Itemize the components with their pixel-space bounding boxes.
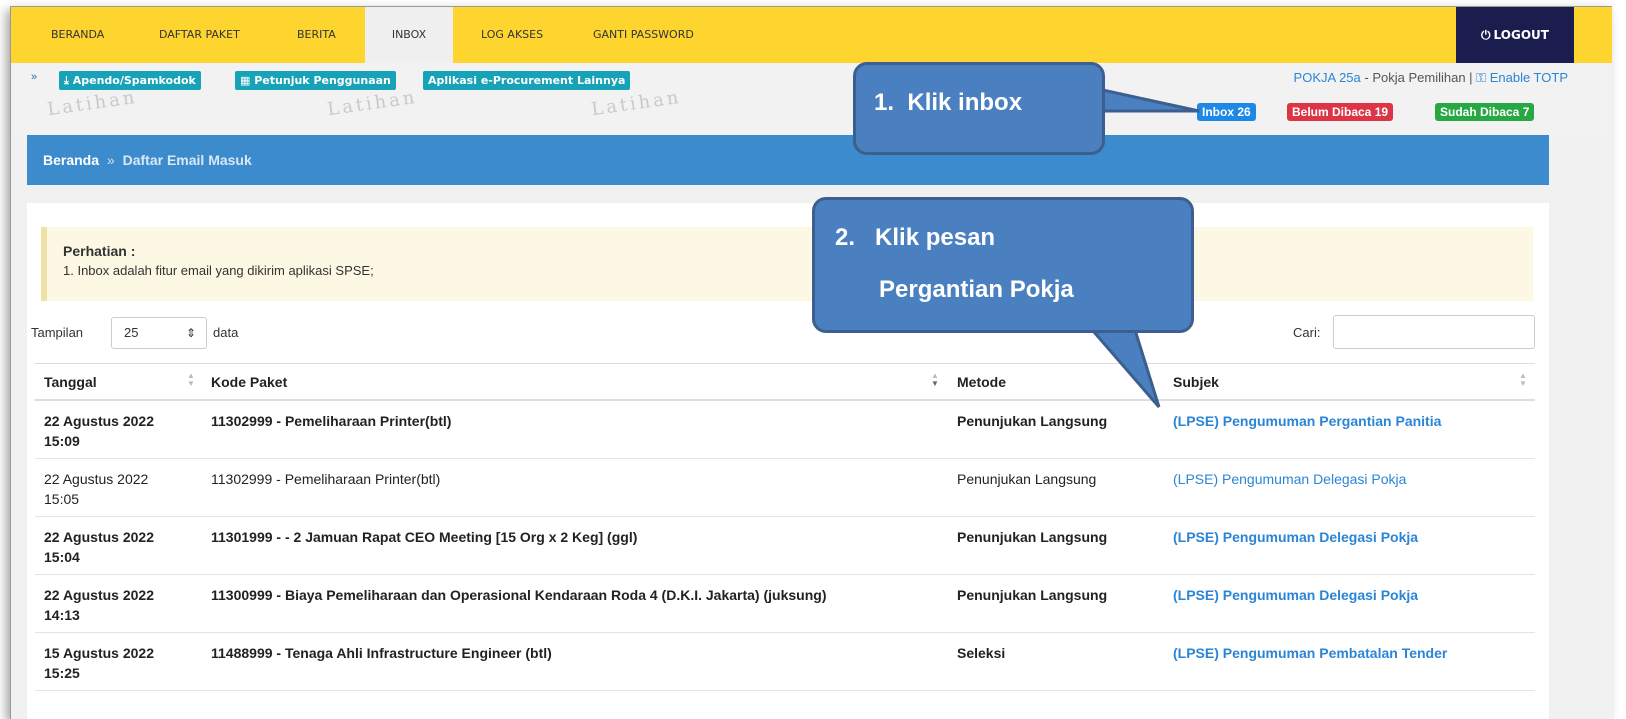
callout-pointers [1077, 85, 1200, 408]
callout-klik-inbox: 1. Klik inbox [853, 62, 1105, 155]
callout-klik-pesan: 2. Klik pesan Pergantian Pokja [812, 197, 1194, 333]
callout-2-line2: Pergantian Pokja [879, 276, 1074, 303]
callout-1-text: Klik inbox [907, 89, 1023, 116]
callout-2-line1: Klik pesan [875, 224, 996, 251]
callout-1-number: 1. [874, 89, 895, 116]
browser-frame: BERANDA DAFTAR PAKET BERITA INBOX LOG AK… [10, 6, 1612, 719]
callout-1-pointer [1087, 85, 1200, 113]
callout-2-number: 2. [835, 224, 856, 251]
